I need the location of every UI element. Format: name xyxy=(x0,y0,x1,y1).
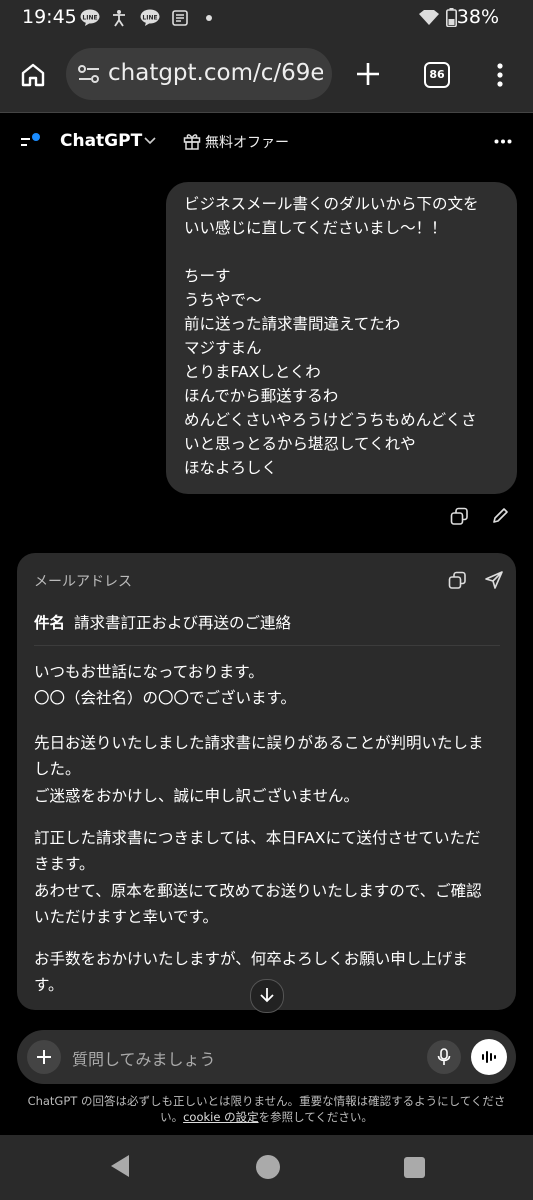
send-icon[interactable] xyxy=(484,570,504,590)
email-body-line: 訂正した請求書につきましては、本日FAXにて送付させていただ xyxy=(34,829,481,847)
attach-button[interactable] xyxy=(27,1040,61,1074)
email-body-line: 先日お送りいたしました請求書に誤りがあることが判明いたしま xyxy=(34,734,484,752)
user-message-line: うちやで〜 xyxy=(184,291,262,309)
user-message-line: いい感じに直してくださいまし〜！！ xyxy=(184,219,447,237)
model-selector[interactable]: ChatGPT xyxy=(60,131,142,151)
back-icon[interactable] xyxy=(108,1153,132,1179)
user-message-line: ほなよろしく xyxy=(184,459,278,477)
divider xyxy=(34,645,500,646)
svg-text:LINE: LINE xyxy=(82,15,97,22)
url-text[interactable]: chatgpt.com/c/69ef3c xyxy=(108,60,323,86)
gift-icon[interactable] xyxy=(183,132,201,150)
line-notification-icon: LINE xyxy=(140,9,160,26)
user-message-line: ビジネスメール書くのダルいから下の文を xyxy=(184,195,479,213)
more-horiz-icon[interactable] xyxy=(494,139,512,144)
copy-icon[interactable] xyxy=(448,571,467,590)
user-message-line: めんどくさいやろうけどうちもめんどくさ xyxy=(184,411,477,429)
chevron-down-icon[interactable] xyxy=(144,137,156,145)
email-body-line: お手数をおかけいたしますが、何卒よろしくお願い申し上げま xyxy=(34,950,468,968)
email-body-line: いつもお世話になっております。 xyxy=(34,663,264,681)
accessibility-icon xyxy=(111,9,127,27)
email-body-line: した。 xyxy=(34,760,81,778)
user-message-line: マジすまん xyxy=(184,339,262,357)
line-notification-icon: LINE xyxy=(80,9,100,26)
disclaimer: ChatGPT の回答は必ずしも正しいとは限りません。重要な情報は確認するように… xyxy=(10,1093,523,1125)
wifi-icon xyxy=(419,9,439,25)
more-vert-icon[interactable] xyxy=(496,62,504,88)
app-notification-icon xyxy=(172,9,188,27)
new-tab-icon[interactable] xyxy=(356,62,380,86)
recent-apps-button[interactable] xyxy=(404,1157,425,1178)
user-message-line: ちーす xyxy=(184,267,231,285)
email-body-line: す。 xyxy=(34,976,64,994)
email-body-line: ご迷惑をおかけし、誠に申し訳ございません。 xyxy=(34,787,360,805)
battery-percent: 38% xyxy=(456,6,499,28)
site-settings-icon[interactable] xyxy=(78,65,100,83)
user-message-line: いと思っとるから堪忍してくれや xyxy=(184,435,416,453)
scroll-to-bottom-button[interactable] xyxy=(250,979,284,1013)
user-message-line: とりまFAXしとくわ xyxy=(184,363,321,381)
more-notifications-dot xyxy=(206,15,212,21)
email-body-line: あわせて、原本を郵送にて改めてお送りいたしますので、ご確認 xyxy=(34,882,482,900)
free-offer-button[interactable]: 無料オファー xyxy=(205,132,289,152)
home-button[interactable] xyxy=(256,1155,280,1179)
user-message-line: 前に送った請求書間違えてたわ xyxy=(184,315,401,333)
email-body-line: いただけますと幸いです。 xyxy=(34,908,218,926)
user-message-line: ほんでから郵送するわ xyxy=(184,387,339,405)
subject-label: 件名 xyxy=(34,614,66,632)
card-type-label: メールアドレス xyxy=(34,574,132,590)
subject-text: 請求書訂正および再送のご連絡 xyxy=(74,614,292,632)
message-input[interactable]: 質問してみましょう xyxy=(72,1046,216,1070)
copy-icon[interactable] xyxy=(450,507,469,526)
email-body-line: きます。 xyxy=(34,855,95,873)
status-time: 19:45 xyxy=(22,6,77,28)
svg-text:LINE: LINE xyxy=(142,15,157,22)
cookie-settings-link[interactable]: cookie の設定 xyxy=(183,1110,258,1124)
browser-toolbar: chatgpt.com/c/69ef3c 86 xyxy=(0,36,533,113)
tab-switcher-button[interactable]: 86 xyxy=(424,62,450,88)
disclaimer-text: を参照してください。 xyxy=(258,1110,373,1124)
email-body-line: 〇〇（会社名）の〇〇でございます。 xyxy=(34,689,296,707)
battery-icon xyxy=(446,8,457,27)
disclaimer-text: ChatGPT の回答は必ずしも正しいとは限りません。重要な情報は確認するように… xyxy=(27,1094,506,1108)
status-bar: 19:45 LINE LINE 38% xyxy=(0,0,533,36)
home-icon[interactable] xyxy=(20,62,46,88)
sidebar-menu-icon[interactable] xyxy=(20,133,44,149)
disclaimer-text: い。 xyxy=(160,1110,184,1124)
voice-mode-button[interactable] xyxy=(471,1039,507,1075)
microphone-button[interactable] xyxy=(427,1040,461,1074)
edit-icon[interactable] xyxy=(491,506,510,525)
